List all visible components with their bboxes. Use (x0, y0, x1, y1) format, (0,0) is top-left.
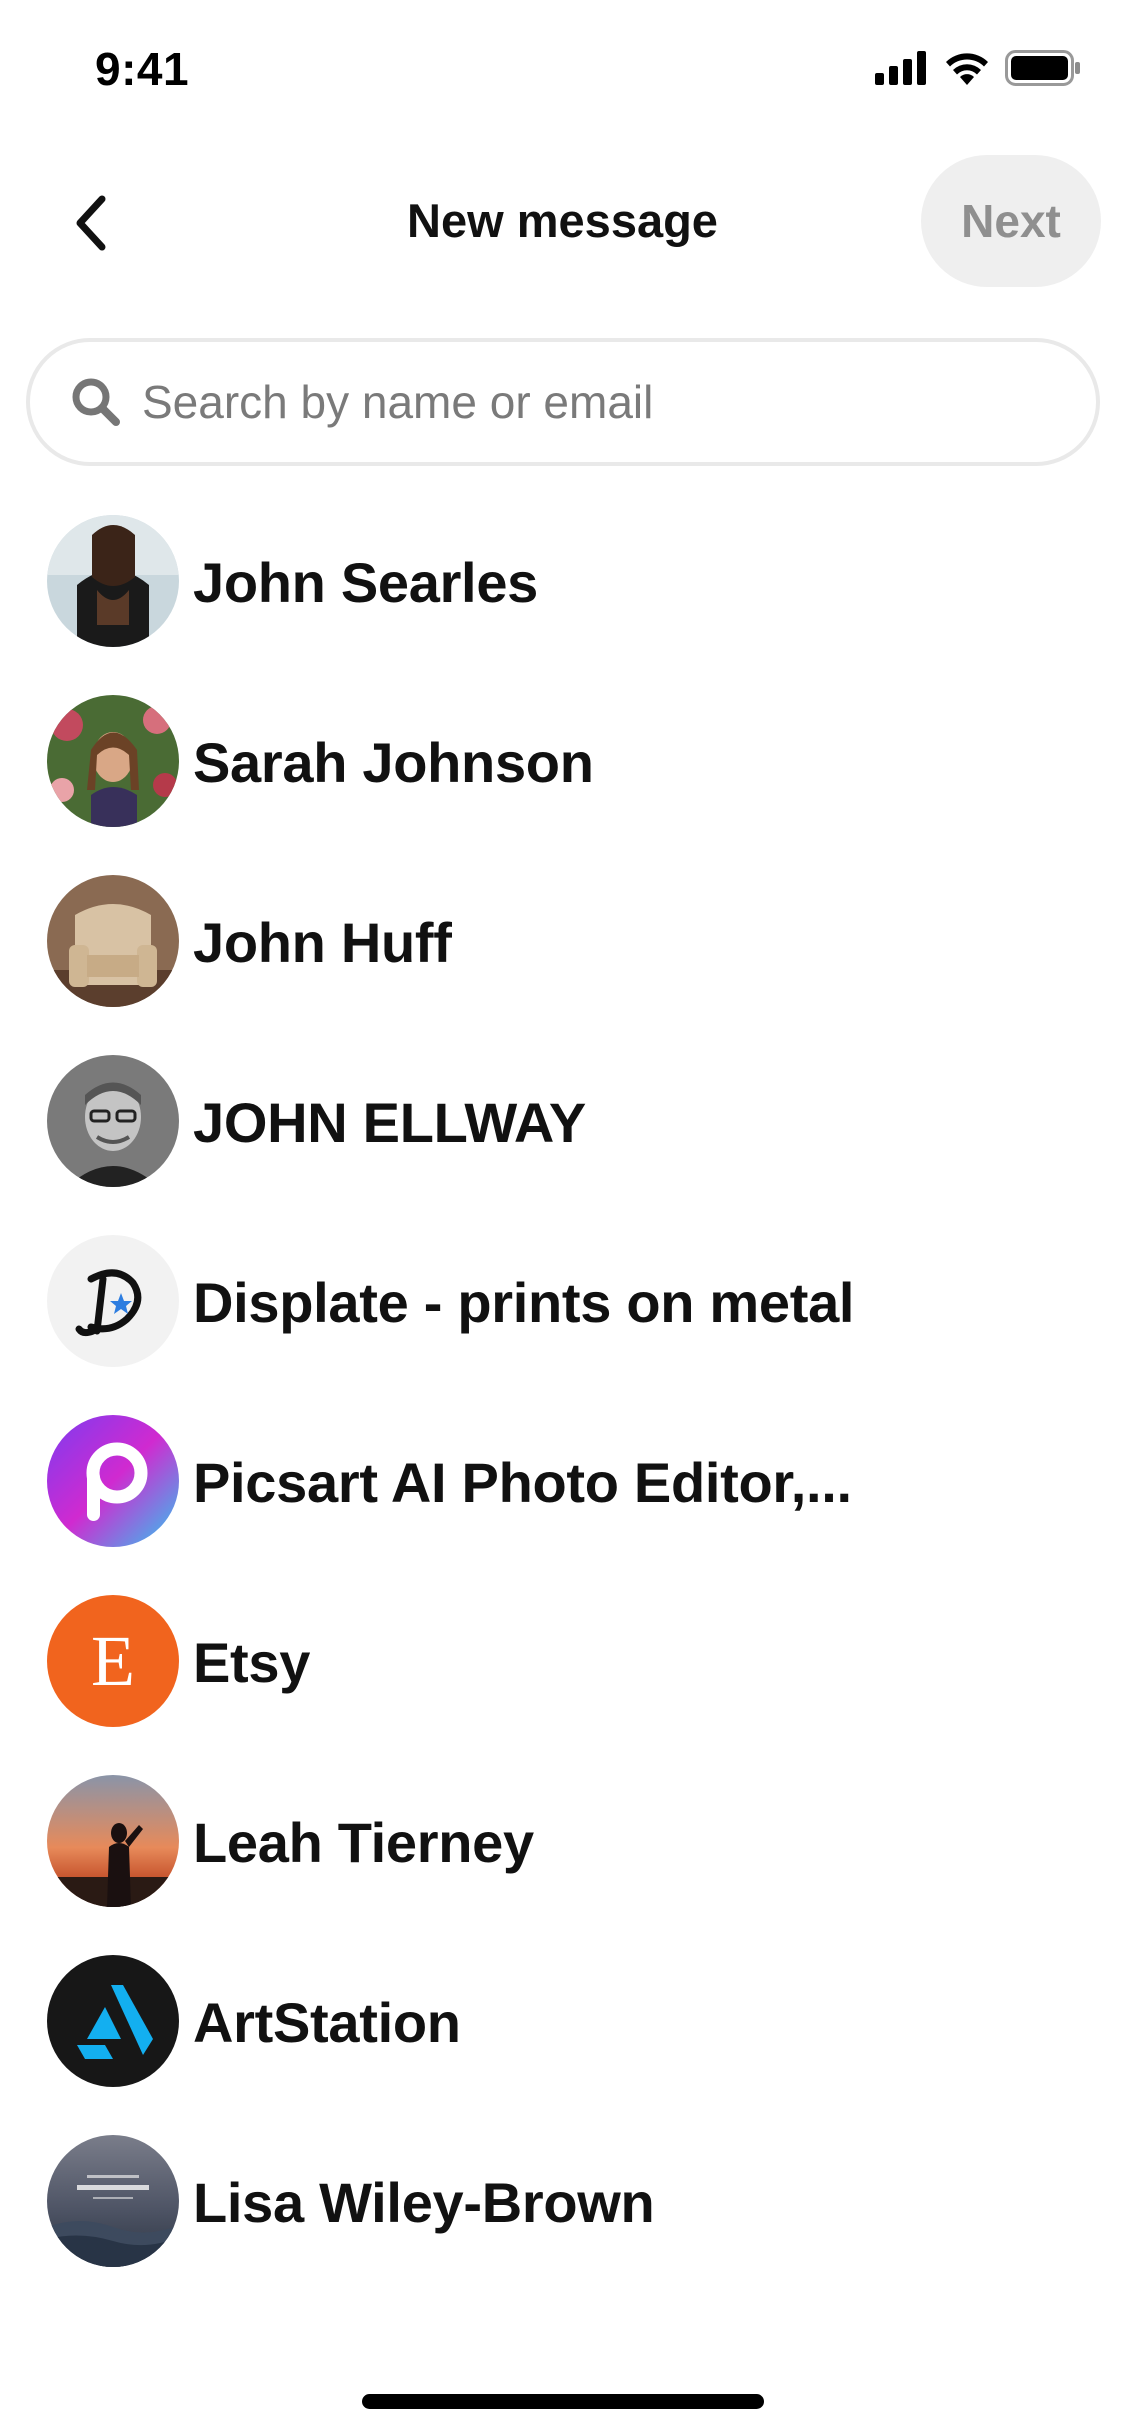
contact-row[interactable]: John Huff (0, 860, 1125, 1040)
avatar (47, 1055, 179, 1187)
contact-row[interactable]: JOHN ELLWAY (0, 1040, 1125, 1220)
contact-row[interactable]: Picsart AI Photo Editor,... (0, 1400, 1125, 1580)
contact-row[interactable]: Leah Tierney (0, 1760, 1125, 1940)
contact-list: John Searles Sarah Johnson John Huff JOH… (0, 500, 1125, 2300)
contact-row[interactable]: Lisa Wiley-Brown (0, 2120, 1125, 2300)
contact-name: Picsart AI Photo Editor,... (193, 1451, 852, 1514)
search-bar[interactable] (26, 338, 1100, 466)
etsy-logo: E (47, 1595, 179, 1727)
contact-row[interactable]: John Searles (0, 500, 1125, 680)
cellular-signal-icon (875, 51, 929, 90)
displate-logo (47, 1235, 179, 1367)
avatar (47, 695, 179, 827)
contact-name: Lisa Wiley-Brown (193, 2171, 655, 2234)
picsart-logo (47, 1415, 179, 1547)
contact-name: Sarah Johnson (193, 731, 594, 794)
navigation-bar: New message Next (0, 155, 1125, 290)
contact-name: JOHN ELLWAY (193, 1091, 586, 1154)
contact-row[interactable]: E Etsy (0, 1580, 1125, 1760)
artstation-logo (47, 1955, 179, 2087)
avatar (47, 515, 179, 647)
battery-icon (1005, 50, 1081, 91)
avatar (47, 875, 179, 1007)
contact-name: Etsy (193, 1631, 311, 1694)
status-bar: 9:41 (0, 0, 1125, 140)
etsy-letter: E (91, 1621, 135, 1701)
wifi-icon (943, 51, 991, 90)
search-icon (68, 374, 124, 430)
contact-name: Leah Tierney (193, 1811, 534, 1874)
home-indicator[interactable] (362, 2394, 764, 2409)
contact-row[interactable]: Displate - prints on metal (0, 1220, 1125, 1400)
search-input[interactable] (142, 375, 1042, 429)
contact-name: John Searles (193, 551, 539, 614)
avatar (47, 1775, 179, 1907)
status-icons (875, 50, 1081, 91)
contact-row[interactable]: Sarah Johnson (0, 680, 1125, 860)
contact-name: ArtStation (193, 1991, 461, 2054)
next-button[interactable]: Next (921, 155, 1101, 287)
contact-name: Displate - prints on metal (193, 1271, 855, 1334)
status-time: 9:41 (95, 43, 190, 95)
avatar (47, 2135, 179, 2267)
contact-row[interactable]: ArtStation (0, 1940, 1125, 2120)
contact-name: John Huff (193, 911, 452, 974)
